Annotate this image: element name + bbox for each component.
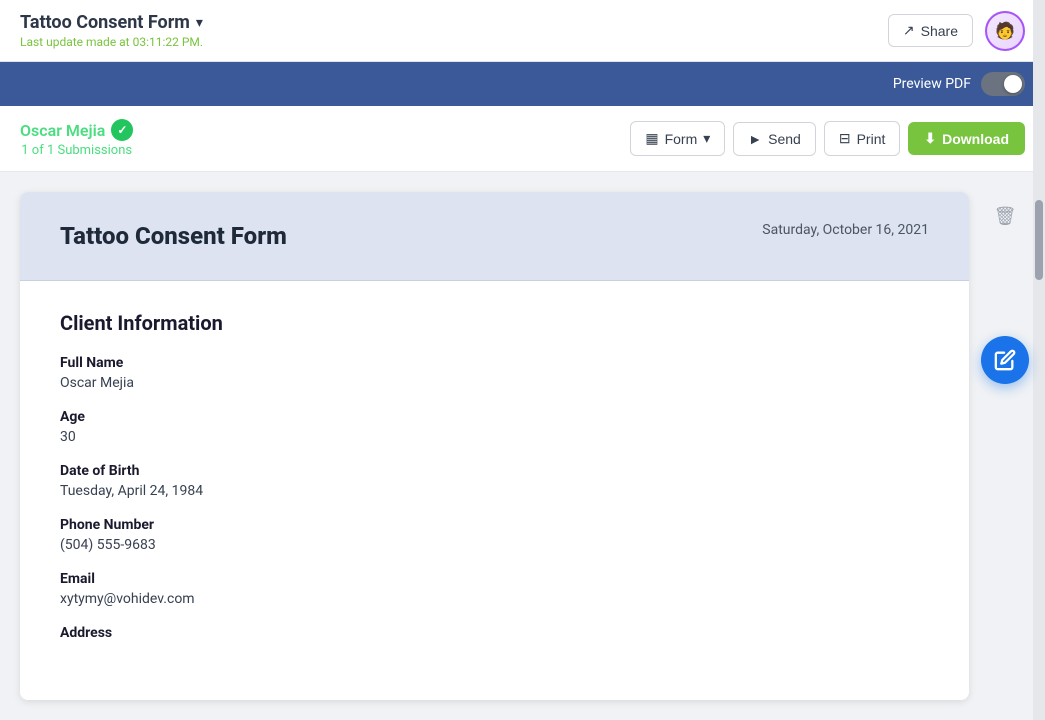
print-icon: ⊟ — [839, 130, 851, 147]
pdf-preview-toggle[interactable] — [981, 72, 1025, 96]
share-label: Share — [921, 23, 958, 39]
download-button[interactable]: ⬇ Download — [908, 122, 1025, 155]
scrollbar[interactable] — [1033, 0, 1045, 720]
share-button[interactable]: ↗ Share — [888, 14, 973, 47]
submitter-name: Oscar Mejia — [20, 121, 105, 140]
share-icon: ↗ — [903, 22, 915, 39]
send-btn-label: Send — [768, 131, 801, 147]
form-chevron-icon: ▾ — [703, 130, 710, 147]
top-header: Tattoo Consent Form ▾ Last update made a… — [0, 0, 1045, 62]
submission-count: 1 of 1 Submissions — [21, 143, 132, 158]
submission-bar: Oscar Mejia ✓ 1 of 1 Submissions ▦ Form … — [0, 106, 1045, 172]
header-right: ↗ Share 🧑 — [888, 11, 1025, 51]
field-email: Email xytymy@vohidev.com — [60, 571, 929, 607]
submitter-info: Oscar Mejia ✓ 1 of 1 Submissions — [20, 119, 133, 158]
pdf-preview-label: Preview PDF — [893, 76, 971, 92]
field-value-email: xytymy@vohidev.com — [60, 591, 929, 607]
download-icon: ⬇ — [924, 130, 936, 147]
edit-pencil-icon — [994, 349, 1016, 371]
pdf-preview-bar: Preview PDF — [0, 62, 1045, 106]
form-title: Tattoo Consent Form — [20, 12, 190, 33]
field-label-age: Age — [60, 409, 929, 425]
last-update-text: Last update made at 03:11:22 PM. — [20, 35, 203, 49]
edit-fab-button[interactable] — [981, 336, 1029, 384]
form-date: Saturday, October 16, 2021 — [762, 222, 929, 238]
print-btn-label: Print — [857, 131, 886, 147]
check-icon: ✓ — [117, 123, 127, 137]
form-header-section: Tattoo Consent Form Saturday, October 16… — [20, 192, 969, 281]
check-badge: ✓ — [111, 119, 133, 141]
field-value-dob: Tuesday, April 24, 1984 — [60, 483, 929, 499]
field-value-phone: (504) 555-9683 — [60, 537, 929, 553]
field-age: Age 30 — [60, 409, 929, 445]
field-label-address: Address — [60, 625, 929, 641]
field-value-age: 30 — [60, 429, 929, 445]
submitter-name-row: Oscar Mejia ✓ — [20, 119, 133, 141]
delete-icon[interactable]: 🗑 — [994, 206, 1017, 227]
delete-icon-area: 🗑 — [994, 206, 1017, 227]
main-content: Tattoo Consent Form Saturday, October 16… — [0, 172, 1045, 720]
form-btn-label: Form — [665, 131, 698, 147]
form-body: Client Information Full Name Oscar Mejia… — [20, 281, 969, 689]
field-value-full-name: Oscar Mejia — [60, 375, 929, 391]
print-button[interactable]: ⊟ Print — [824, 121, 901, 156]
title-row: Tattoo Consent Form ▾ — [20, 12, 203, 33]
header-left: Tattoo Consent Form ▾ Last update made a… — [20, 12, 203, 49]
section-title: Client Information — [60, 311, 929, 335]
scrollbar-thumb — [1035, 200, 1043, 280]
download-btn-label: Download — [942, 131, 1009, 147]
send-icon: ► — [748, 131, 762, 147]
field-dob: Date of Birth Tuesday, April 24, 1984 — [60, 463, 929, 499]
field-full-name: Full Name Oscar Mejia — [60, 355, 929, 391]
field-phone: Phone Number (504) 555-9683 — [60, 517, 929, 553]
form-icon: ▦ — [645, 130, 658, 147]
field-label-dob: Date of Birth — [60, 463, 929, 479]
right-sidebar: 🗑 — [985, 192, 1025, 700]
send-button[interactable]: ► Send — [733, 122, 816, 156]
field-label-phone: Phone Number — [60, 517, 929, 533]
form-doc-title: Tattoo Consent Form — [60, 222, 287, 250]
field-address: Address — [60, 625, 929, 641]
field-label-email: Email — [60, 571, 929, 587]
form-button[interactable]: ▦ Form ▾ — [630, 121, 725, 156]
toggle-knob — [1004, 75, 1022, 93]
action-buttons: ▦ Form ▾ ► Send ⊟ Print ⬇ Download — [630, 121, 1025, 156]
form-document: Tattoo Consent Form Saturday, October 16… — [20, 192, 969, 700]
avatar[interactable]: 🧑 — [985, 11, 1025, 51]
avatar-image: 🧑 — [987, 13, 1023, 49]
field-label-full-name: Full Name — [60, 355, 929, 371]
title-chevron-icon[interactable]: ▾ — [196, 15, 203, 31]
